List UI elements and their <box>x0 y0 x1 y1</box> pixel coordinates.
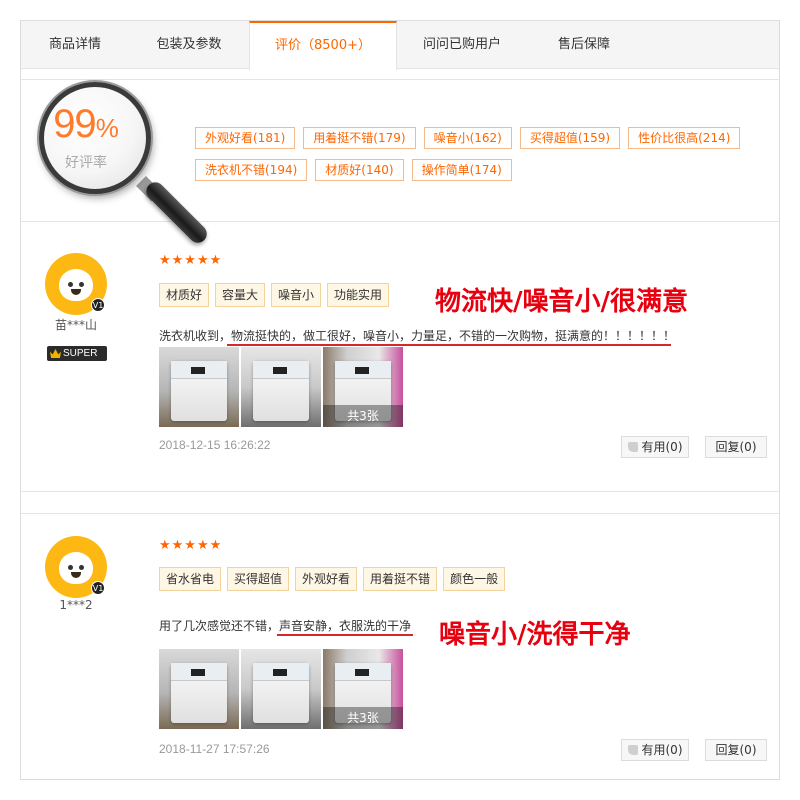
tab-ask-buyers[interactable]: 问问已购用户 <box>397 21 527 69</box>
review-photo[interactable]: 共3张 <box>323 649 403 729</box>
review-highlight: 物流快/噪音小/很满意 <box>435 287 688 317</box>
review-tag[interactable]: 用着挺不错(179) <box>303 127 416 149</box>
review-tag[interactable]: 材质好(140) <box>315 159 404 181</box>
review-photo[interactable]: 共3张 <box>323 347 403 427</box>
photo-count: 共3张 <box>323 707 403 729</box>
review-photos: 共3张 <box>159 347 405 427</box>
review-tag[interactable]: 操作简单(174) <box>411 159 512 181</box>
user-level-badge: V1 <box>91 298 105 312</box>
review-date: 2018-11-27 17:57:26 <box>159 742 270 756</box>
comment-underline <box>277 634 413 636</box>
attribute-tag: 容量大 <box>215 283 266 307</box>
review-tag[interactable]: 买得超值(159) <box>519 127 621 149</box>
review-date: 2018-12-15 16:26:22 <box>159 438 271 452</box>
photo-count: 共3张 <box>323 405 403 427</box>
useful-button[interactable]: 有用(0) <box>621 436 689 458</box>
review-photo[interactable] <box>241 649 321 729</box>
attribute-tag: 噪音小 <box>271 283 322 307</box>
tab-bar: 商品详情 包装及参数 评价（8500+） 问问已购用户 售后保障 <box>21 21 779 70</box>
attribute-tag: 颜色一般 <box>443 567 506 591</box>
tab-product-details[interactable]: 商品详情 <box>21 21 129 69</box>
attribute-tag: 省水省电 <box>159 567 222 591</box>
review-tag[interactable]: 噪音小(162) <box>423 127 512 149</box>
tab-packaging-params[interactable]: 包装及参数 <box>129 21 249 69</box>
super-member-badge: SUPER <box>47 346 107 361</box>
review-comment: 洗衣机收到，物流挺快的，做工很好，噪音小，力量足，不错的一次购物，挺满意的！！！… <box>159 329 676 343</box>
review-photo[interactable] <box>159 347 239 427</box>
review-attribute-tags: 省水省电 买得超值 外观好看 用着挺不错 颜色一般 <box>159 567 511 591</box>
positive-rate-unit: % <box>95 113 119 143</box>
reply-button[interactable]: 回复(0) <box>705 436 767 458</box>
attribute-tag: 材质好 <box>159 283 210 307</box>
review-photo[interactable] <box>159 649 239 729</box>
useful-button[interactable]: 有用(0) <box>621 739 689 761</box>
reviewer-name: 苗***山 <box>54 318 97 332</box>
review-item: V1 苗***山 SUPER ★★★★★ 材质好 容量大 噪音小 功能实用 物流快/噪… <box>21 223 779 492</box>
reply-button[interactable]: 回复(0) <box>705 739 767 761</box>
attribute-tag: 功能实用 <box>327 283 390 307</box>
review-panel: 商品详情 包装及参数 评价（8500+） 问问已购用户 售后保障 99% 好评率… <box>20 20 780 780</box>
crown-icon <box>50 349 61 358</box>
reviewer-name: 1***2 <box>59 598 93 612</box>
positive-rate-label: 好评率 <box>65 155 107 171</box>
useful-label: 有用(0) <box>641 743 683 757</box>
review-comment: 用了几次感觉还不错，声音安静，衣服洗的干净 <box>159 619 412 633</box>
user-level-badge: V1 <box>91 581 105 595</box>
tab-reviews[interactable]: 评价（8500+） <box>249 21 397 70</box>
tab-after-sales[interactable]: 售后保障 <box>527 21 641 69</box>
super-badge-label: SUPER <box>63 348 98 359</box>
positive-rate-number: 99 <box>53 102 96 146</box>
star-rating: ★★★★★ <box>159 253 223 268</box>
comment-underline <box>227 344 671 346</box>
review-tag[interactable]: 外观好看(181) <box>195 127 296 149</box>
review-attribute-tags: 材质好 容量大 噪音小 功能实用 <box>159 283 395 307</box>
positive-rate: 99% <box>46 102 126 147</box>
useful-label: 有用(0) <box>641 440 683 454</box>
thumbs-up-icon <box>627 442 638 452</box>
review-tag-list: 外观好看(181) 用着挺不错(179) 噪音小(162) 买得超值(159) 性价比很… <box>195 127 755 191</box>
star-rating: ★★★★★ <box>159 538 223 553</box>
review-item: V1 1***2 ★★★★★ 省水省电 买得超值 外观好看 用着挺不错 颜色一般 噪音小… <box>21 513 779 779</box>
thumbs-up-icon <box>627 745 638 755</box>
review-tag[interactable]: 洗衣机不错(194) <box>195 159 308 181</box>
attribute-tag: 用着挺不错 <box>363 567 438 591</box>
review-highlight: 噪音小/洗得干净 <box>439 620 631 650</box>
review-photos: 共3张 <box>159 649 405 729</box>
attribute-tag: 买得超值 <box>227 567 290 591</box>
review-tag[interactable]: 性价比很高(214) <box>628 127 741 149</box>
attribute-tag: 外观好看 <box>295 567 358 591</box>
review-photo[interactable] <box>241 347 321 427</box>
rating-summary: 99% 好评率 外观好看(181) 用着挺不错(179) 噪音小(162) 买得超值(… <box>21 79 779 247</box>
